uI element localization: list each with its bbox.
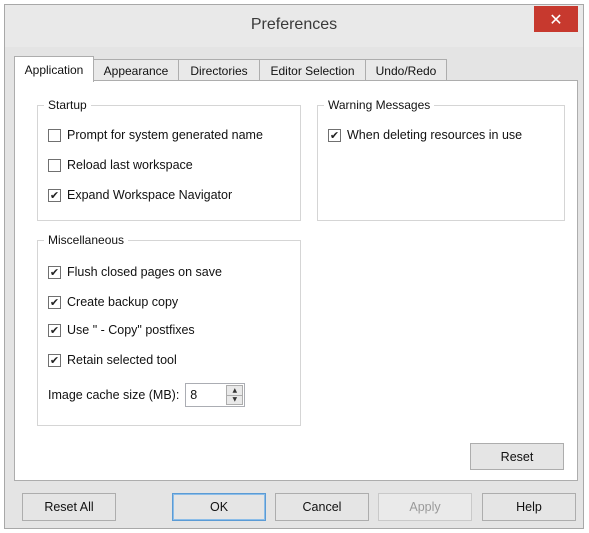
check-icon: ✔ [48,323,61,337]
check-icon: ✔ [48,188,61,202]
flush-closed-pages-checkbox[interactable]: ✔ Flush closed pages on save [48,263,222,281]
tab-label: Editor Selection [270,63,355,78]
help-button[interactable]: Help [482,493,576,521]
dialog-title: Preferences [250,16,338,33]
tab-label: Application [24,62,84,77]
checkbox-box [48,158,61,172]
image-cache-size-row: Image cache size (MB): 8 ▲ ▼ [48,383,246,407]
checkbox-label: Flush closed pages on save [67,265,222,279]
button-label: OK [209,500,229,514]
warning-group-title: Warning Messages [324,97,435,113]
close-button[interactable]: ✕ [534,6,578,32]
checkbox-label: Use " - Copy" postfixes [67,323,195,337]
check-icon: ✔ [328,128,341,142]
button-label: Help [516,500,542,514]
expand-workspace-navigator-checkbox[interactable]: ✔ Expand Workspace Navigator [48,186,232,204]
image-cache-size-spinner[interactable]: 8 ▲ ▼ [185,383,246,407]
checkbox-label: When deleting resources in use [347,128,523,142]
reload-last-workspace-checkbox[interactable]: Reload last workspace [48,156,193,174]
checkbox-box [48,128,61,142]
reset-all-button[interactable]: Reset All [22,493,116,521]
button-label: Cancel [302,500,342,514]
misc-group-title: Miscellaneous [44,232,129,248]
startup-group: Startup Prompt for system generated name… [37,97,301,221]
checkbox-label: Prompt for system generated name [67,128,263,142]
spin-down-icon[interactable]: ▼ [227,395,242,404]
use-copy-postfixes-checkbox[interactable]: ✔ Use " - Copy" postfixes [48,321,195,339]
tab-undo-redo[interactable]: Undo/Redo [365,59,447,81]
close-icon: ✕ [549,9,563,29]
check-icon: ✔ [48,265,61,279]
checkbox-label: Retain selected tool [67,353,177,367]
warning-messages-group: Warning Messages ✔ When deleting resourc… [317,97,565,221]
warn-deleting-resources-checkbox[interactable]: ✔ When deleting resources in use [328,126,522,144]
title-bar[interactable]: Preferences ✕ [5,5,583,47]
tab-directories[interactable]: Directories [178,59,260,81]
checkbox-label: Create backup copy [67,295,179,309]
spinner-buttons: ▲ ▼ [226,385,244,405]
reset-button[interactable]: Reset [470,443,564,470]
create-backup-copy-checkbox[interactable]: ✔ Create backup copy [48,293,178,311]
button-label: Reset All [44,500,94,514]
application-tab-panel: Startup Prompt for system generated name… [14,80,578,481]
cancel-button[interactable]: Cancel [275,493,369,521]
tab-editor-selection[interactable]: Editor Selection [259,59,366,81]
tab-label: Undo/Redo [375,63,437,78]
checkbox-label: Expand Workspace Navigator [67,188,233,202]
retain-selected-tool-checkbox[interactable]: ✔ Retain selected tool [48,351,177,369]
image-cache-size-value[interactable]: 8 [190,388,197,402]
image-cache-size-label: Image cache size (MB): [48,388,180,402]
prompt-system-name-checkbox[interactable]: Prompt for system generated name [48,126,263,144]
tab-label: Directories [190,63,248,78]
startup-group-title: Startup [44,97,91,113]
ok-button[interactable]: OK [172,493,266,521]
tab-label: Appearance [103,63,169,78]
button-label: Reset [500,449,534,464]
tab-appearance[interactable]: Appearance [93,59,179,81]
apply-button[interactable]: Apply [378,493,472,521]
tab-application[interactable]: Application [14,56,94,82]
miscellaneous-group: Miscellaneous ✔ Flush closed pages on sa… [37,232,301,426]
check-icon: ✔ [48,295,61,309]
checkbox-label: Reload last workspace [67,158,193,172]
button-label: Apply [409,500,441,514]
check-icon: ✔ [48,353,61,367]
